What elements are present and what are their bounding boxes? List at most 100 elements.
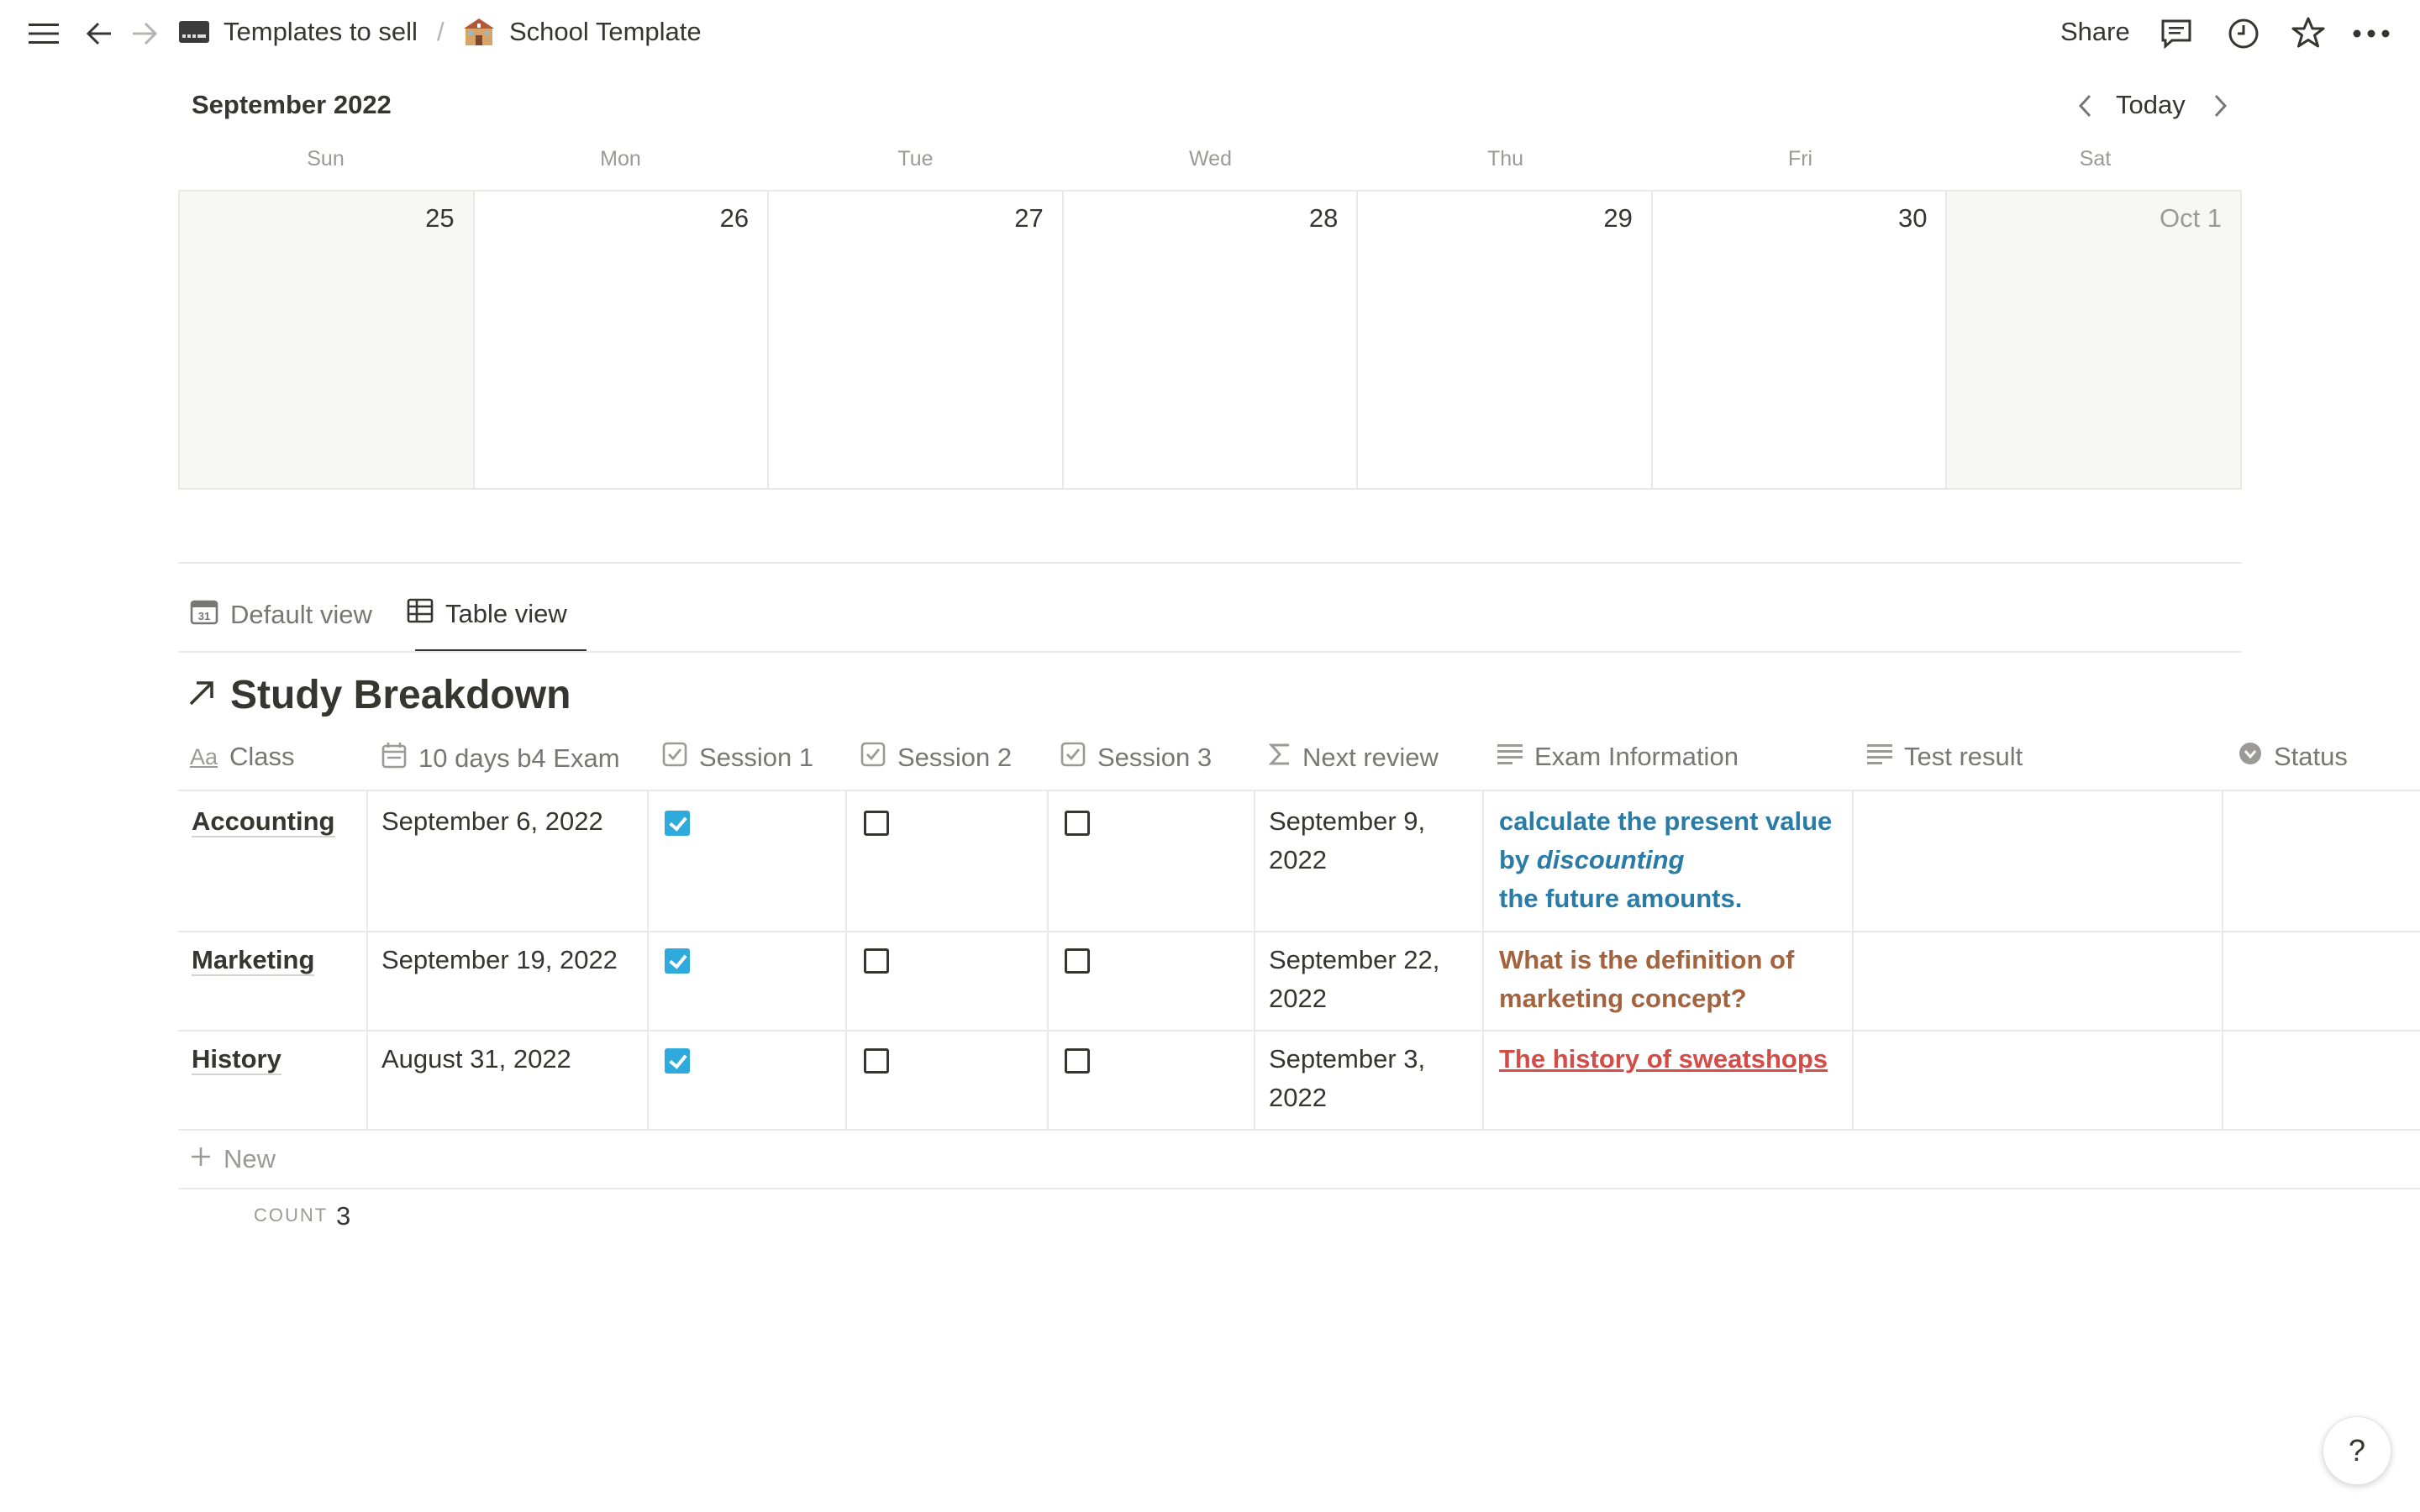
share-button[interactable]: Share: [2060, 17, 2130, 47]
exam-info-italic: discounting: [1536, 845, 1685, 874]
session-3-checkbox[interactable]: [1065, 1048, 1090, 1074]
calendar-day-cell[interactable]: Oct 1: [1947, 192, 2241, 488]
calendar-week-grid: 25 26 27 28 29 30 Oct 1: [178, 190, 2242, 490]
new-row-label: New: [224, 1144, 276, 1173]
text-lines-icon: [1867, 742, 1892, 772]
breadcrumb-label: Templates to sell: [224, 17, 418, 46]
calendar-day-number: Oct 1: [2159, 203, 2223, 233]
calendar-icon: 31: [190, 598, 218, 632]
count-value: 3: [336, 1201, 351, 1231]
breadcrumb-item-school-template[interactable]: School Template: [462, 17, 702, 47]
database-title-text: Study Breakdown: [230, 673, 571, 717]
session-2-checkbox[interactable]: [864, 1048, 889, 1074]
table-cell-class[interactable]: Accounting: [192, 802, 335, 841]
column-header-test-result[interactable]: Test result: [1867, 742, 2023, 772]
session-2-checkbox[interactable]: [864, 811, 889, 836]
calendar-day-number: 30: [1897, 203, 1928, 233]
tab-label: Default view: [230, 600, 372, 629]
add-new-row-button[interactable]: New: [190, 1144, 276, 1174]
comment-icon[interactable]: [2158, 15, 2195, 52]
calendar-day-cell[interactable]: 26: [475, 192, 770, 488]
table-cell-class[interactable]: Marketing: [192, 941, 315, 979]
session-3-checkbox[interactable]: [1065, 811, 1090, 836]
more-icon[interactable]: [2353, 17, 2390, 50]
calendar-day-number: 27: [1014, 203, 1044, 233]
chevron-right-icon[interactable]: [2207, 89, 2235, 123]
column-header-date[interactable]: 10 days b4 Exam: [381, 742, 620, 775]
next-review-line: 2022: [1269, 984, 1327, 1013]
calendar-icon: [381, 742, 407, 775]
calendar-day-number: 25: [425, 203, 455, 233]
table-row-border: [178, 1129, 2420, 1131]
calendar-day-cell[interactable]: 28: [1064, 192, 1359, 488]
exam-info-line: the future amounts.: [1499, 884, 1743, 913]
session-3-checkbox[interactable]: [1065, 948, 1090, 974]
session-1-checkbox[interactable]: [665, 948, 690, 974]
column-header-next-review[interactable]: Next review: [1268, 742, 1439, 774]
column-header-session-1[interactable]: Session 1: [662, 742, 813, 774]
row-title: History: [192, 1044, 281, 1075]
table-cell-exam-information[interactable]: What is the definition of marketing conc…: [1499, 941, 1794, 1018]
calendar-day-cell[interactable]: 30: [1653, 192, 1948, 488]
column-header-label: Next review: [1302, 743, 1439, 772]
table-cell-next-review: September 9, 2022: [1269, 802, 1425, 879]
svg-text:31: 31: [198, 610, 210, 622]
exam-info-link[interactable]: The history of sweatshops: [1499, 1040, 1828, 1079]
table-cell-date[interactable]: September 6, 2022: [381, 802, 603, 841]
column-header-label: Session 1: [699, 743, 814, 772]
checkbox-icon: [860, 742, 886, 774]
table-cell-date[interactable]: September 19, 2022: [381, 941, 618, 979]
column-header-label: Status: [2274, 742, 2348, 771]
section-divider: [178, 562, 2242, 564]
star-icon[interactable]: [2289, 13, 2328, 52]
exam-info-line: marketing concept?: [1499, 984, 1747, 1013]
table-cell-class[interactable]: History: [192, 1040, 281, 1079]
breadcrumb-item-templates[interactable]: Templates to sell: [178, 17, 418, 47]
plus-icon: [190, 1144, 212, 1174]
column-divider: [845, 790, 847, 1129]
calendar-day-cell[interactable]: 29: [1358, 192, 1653, 488]
weekday-label: Sun: [307, 147, 345, 171]
next-review-line: September 22,: [1269, 945, 1440, 974]
column-divider: [366, 790, 368, 1129]
column-header-session-2[interactable]: Session 2: [860, 742, 1012, 774]
count-label[interactable]: COUNT: [254, 1205, 328, 1226]
column-header-label: Test result: [1904, 742, 2023, 771]
calendar-day-number: 26: [719, 203, 750, 233]
tab-label: Table view: [445, 599, 567, 628]
session-2-checkbox[interactable]: [864, 948, 889, 974]
tab-table-view[interactable]: Table view: [407, 598, 567, 630]
calendar-day-number: 28: [1308, 203, 1339, 233]
column-header-status[interactable]: Status: [2238, 742, 2348, 772]
clock-icon[interactable]: [2225, 15, 2262, 52]
weekday-label: Wed: [1189, 147, 1232, 171]
session-1-checkbox[interactable]: [665, 1048, 690, 1074]
chevron-left-icon[interactable]: [2070, 89, 2099, 123]
table-cell-date[interactable]: August 31, 2022: [381, 1040, 571, 1079]
menu-icon[interactable]: [27, 17, 60, 50]
tab-default-view[interactable]: 31 Default view: [190, 598, 372, 632]
column-divider: [1047, 790, 1049, 1129]
calendar-day-cell[interactable]: 25: [180, 192, 475, 488]
table-cell-exam-information[interactable]: calculate the present value by discounti…: [1499, 802, 1832, 918]
session-1-checkbox[interactable]: [665, 811, 690, 836]
row-title: Marketing: [192, 945, 315, 976]
database-title[interactable]: Study Breakdown: [187, 672, 571, 718]
column-header-label: Exam Information: [1534, 742, 1739, 771]
table-cell-exam-information[interactable]: The history of sweatshops: [1499, 1040, 1828, 1079]
column-header-class[interactable]: Aa Class: [190, 742, 295, 772]
column-divider: [1482, 790, 1484, 1129]
weekday-label: Fri: [1787, 147, 1813, 171]
calendar-day-cell[interactable]: 27: [769, 192, 1064, 488]
column-header-exam-information[interactable]: Exam Information: [1497, 742, 1739, 772]
table-cell-next-review: September 22, 2022: [1269, 941, 1439, 1018]
column-header-session-3[interactable]: Session 3: [1060, 742, 1212, 774]
formula-sigma-icon: [1268, 742, 1291, 774]
next-review-line: 2022: [1269, 1083, 1327, 1112]
tabs-divider: [178, 651, 2242, 653]
help-button[interactable]: ?: [2323, 1416, 2391, 1485]
forward-arrow-icon[interactable]: [128, 17, 161, 50]
today-button[interactable]: Today: [2116, 90, 2186, 120]
back-arrow-icon[interactable]: [82, 17, 116, 50]
table-header-border: [178, 790, 2420, 791]
